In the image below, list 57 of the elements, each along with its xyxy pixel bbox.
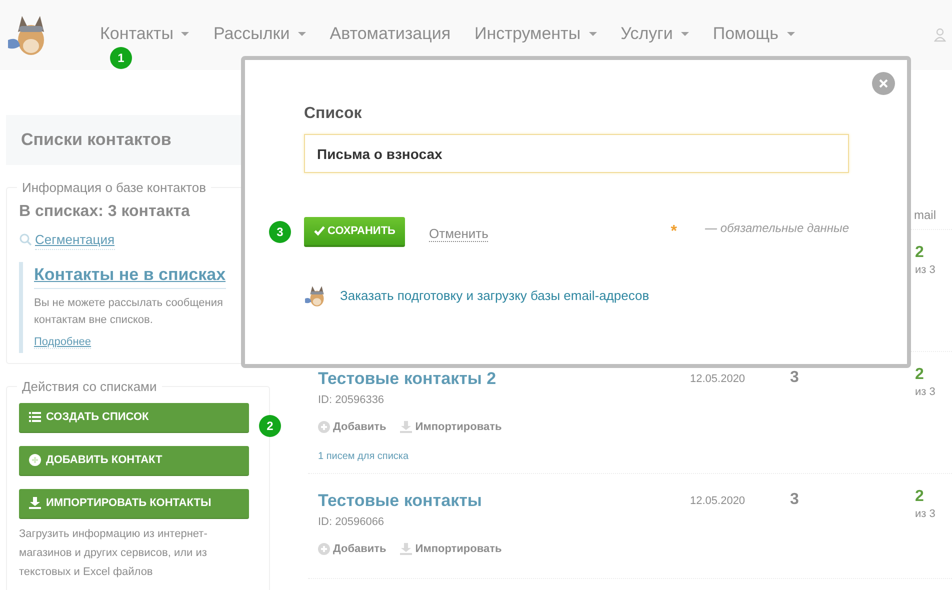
list-action-link[interactable]: Добавить bbox=[318, 540, 386, 557]
download-icon bbox=[29, 497, 41, 510]
list-id: ID: 20596336 bbox=[318, 393, 386, 408]
plus-circle-icon bbox=[318, 542, 330, 555]
list-name-link[interactable]: Тестовые контакты 2 bbox=[318, 369, 496, 388]
close-button[interactable] bbox=[872, 72, 895, 95]
cancel-link[interactable]: Отменить bbox=[429, 226, 488, 242]
plus-circle-icon bbox=[29, 454, 41, 466]
step-marker: 1 bbox=[110, 47, 132, 69]
letters-link[interactable]: 1 писем для списка bbox=[318, 449, 690, 464]
total-label: из 3 bbox=[915, 385, 936, 400]
list-name-field[interactable]: Письма о взносах bbox=[304, 134, 849, 173]
list-action-link[interactable]: Импортировать bbox=[400, 540, 502, 557]
required-mark: * bbox=[670, 222, 678, 242]
active-count: 2 bbox=[915, 366, 925, 384]
list-action-link[interactable]: Добавить bbox=[318, 418, 386, 435]
help-text: Загрузить информацию из интернет-магазинов и других сервисов, или из текстовых и Excel файлов bbox=[19, 526, 208, 580]
download-icon bbox=[400, 420, 412, 433]
required-note: — обязательные данные bbox=[705, 220, 849, 237]
contacts-total: 3 bbox=[790, 491, 799, 508]
list-id: ID: 20596066 bbox=[318, 515, 386, 530]
search-icon bbox=[19, 233, 32, 246]
total-label: из 3 bbox=[915, 263, 936, 278]
active-count: 2 bbox=[915, 488, 925, 506]
nav-menu-item[interactable]: Рассылки bbox=[213, 21, 306, 46]
column-header: mail bbox=[914, 207, 936, 224]
action-button[interactable]: ИМПОРТИРОВАТЬ КОНТАКТЫ bbox=[19, 488, 249, 519]
nav-menu-item[interactable]: Контакты bbox=[100, 21, 190, 46]
list-date: 12.05.2020 bbox=[690, 495, 746, 507]
close-icon bbox=[879, 79, 888, 88]
total-label: из 3 bbox=[915, 507, 936, 522]
nav-menu-item[interactable]: Помощь bbox=[712, 21, 795, 46]
step-marker: 3 bbox=[269, 221, 291, 243]
check-icon bbox=[314, 226, 325, 236]
action-button[interactable]: СОЗДАТЬ СПИСОК bbox=[19, 402, 249, 433]
info-text: Вы не можете рассылать сообщения контактам вне списков. bbox=[34, 296, 224, 328]
active-count: 2 bbox=[915, 244, 925, 262]
download-icon bbox=[400, 542, 412, 555]
action-button[interactable]: ДОБАВИТЬ КОНТАКТ bbox=[19, 446, 249, 476]
step-marker: 2 bbox=[259, 414, 281, 437]
nav-menu-item[interactable]: Автоматизация bbox=[330, 21, 451, 46]
field-label: Список bbox=[304, 104, 363, 124]
save-button[interactable]: СОХРАНИТЬ bbox=[304, 217, 405, 247]
contacts-total: 3 bbox=[790, 369, 799, 386]
plus-circle-icon bbox=[318, 420, 330, 433]
segmentation-link[interactable]: Сегментация bbox=[19, 230, 114, 250]
list-name-link[interactable]: Тестовые контакты bbox=[318, 491, 482, 510]
more-link[interactable]: Подробнее bbox=[34, 336, 92, 349]
list-icon bbox=[29, 411, 41, 424]
not-in-lists-link[interactable]: Контакты не в списках bbox=[34, 262, 226, 289]
list-action-link[interactable]: Импортировать bbox=[400, 418, 502, 435]
contacts-count: В списках: 3 контакта bbox=[19, 202, 191, 222]
user-icon bbox=[934, 28, 946, 42]
nav-menu-item[interactable]: Инструменты bbox=[474, 21, 597, 46]
order-link[interactable]: Заказать подготовку и загрузку базы email-адресов bbox=[340, 286, 650, 306]
list-date: 12.05.2020 bbox=[690, 373, 746, 385]
nav-menu-item[interactable]: Услуги bbox=[620, 21, 689, 46]
